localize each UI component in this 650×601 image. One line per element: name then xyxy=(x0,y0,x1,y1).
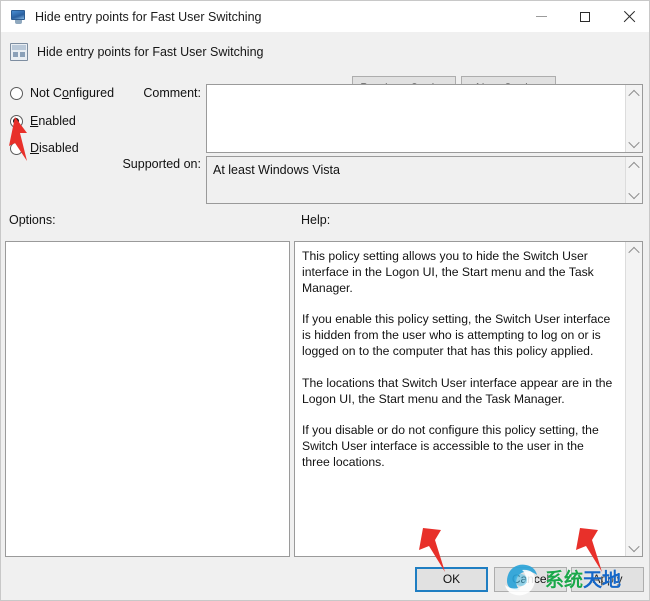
close-icon xyxy=(623,11,635,23)
help-label: Help: xyxy=(301,213,330,227)
chevron-down-icon xyxy=(628,136,639,147)
comment-label: Comment: xyxy=(101,86,201,100)
radio-disabled-label: Disabled xyxy=(30,141,79,155)
supported-on-field[interactable]: At least Windows Vista xyxy=(206,156,643,204)
help-paragraph: This policy setting allows you to hide t… xyxy=(302,248,613,296)
comment-scrollbar[interactable] xyxy=(625,85,642,152)
help-paragraph: If you enable this policy setting, the S… xyxy=(302,311,613,359)
radio-enabled-mark xyxy=(10,115,23,128)
minimize-button[interactable] xyxy=(519,1,563,32)
cancel-button[interactable]: Cancel xyxy=(494,567,567,592)
options-label: Options: xyxy=(9,213,56,227)
minimize-icon xyxy=(536,16,547,17)
help-paragraph: The locations that Switch User interface… xyxy=(302,375,613,407)
radio-enabled[interactable]: Enabled xyxy=(10,114,76,128)
chevron-down-icon xyxy=(628,187,639,198)
maximize-button[interactable] xyxy=(563,1,607,32)
options-panel[interactable] xyxy=(5,241,290,557)
help-paragraph: If you disable or do not configure this … xyxy=(302,422,613,470)
radio-not-configured-mark xyxy=(10,87,23,100)
supported-on-label: Supported on: xyxy=(91,157,201,171)
radio-not-configured[interactable]: Not Configured xyxy=(10,86,114,100)
comment-scroll-up-button[interactable] xyxy=(626,85,642,102)
maximize-icon xyxy=(580,12,590,22)
help-text: This policy setting allows you to hide t… xyxy=(302,248,613,470)
monitor-icon xyxy=(11,9,27,25)
group-policy-setting-dialog: Hide entry points for Fast User Switchin… xyxy=(0,0,650,601)
setting-header: Hide entry points for Fast User Switchin… xyxy=(1,32,650,82)
help-scroll-down-button[interactable] xyxy=(626,539,642,556)
chevron-up-icon xyxy=(628,161,639,172)
comment-scroll-down-button[interactable] xyxy=(626,135,642,152)
comment-input[interactable] xyxy=(206,84,643,153)
chevron-down-icon xyxy=(628,540,639,551)
chevron-up-icon xyxy=(628,246,639,257)
close-button[interactable] xyxy=(607,1,650,32)
supported-on-value: At least Windows Vista xyxy=(213,163,622,178)
setting-title: Hide entry points for Fast User Switchin… xyxy=(37,45,263,59)
radio-disabled-mark xyxy=(10,142,23,155)
policy-setting-icon xyxy=(10,43,28,61)
help-panel[interactable]: This policy setting allows you to hide t… xyxy=(294,241,643,557)
apply-button[interactable]: Apply xyxy=(571,567,644,592)
supported-on-scroll-up-button[interactable] xyxy=(626,157,642,174)
help-scrollbar[interactable] xyxy=(625,242,642,556)
chevron-up-icon xyxy=(628,89,639,100)
window-controls xyxy=(519,1,650,32)
supported-on-scroll-down-button[interactable] xyxy=(626,186,642,203)
radio-disabled[interactable]: Disabled xyxy=(10,141,79,155)
radio-enabled-label: Enabled xyxy=(30,114,76,128)
ok-button[interactable]: OK xyxy=(415,567,488,592)
help-scroll-up-button[interactable] xyxy=(626,242,642,259)
window-title: Hide entry points for Fast User Switchin… xyxy=(35,10,261,24)
supported-on-scrollbar[interactable] xyxy=(625,157,642,203)
title-bar: Hide entry points for Fast User Switchin… xyxy=(1,1,650,32)
